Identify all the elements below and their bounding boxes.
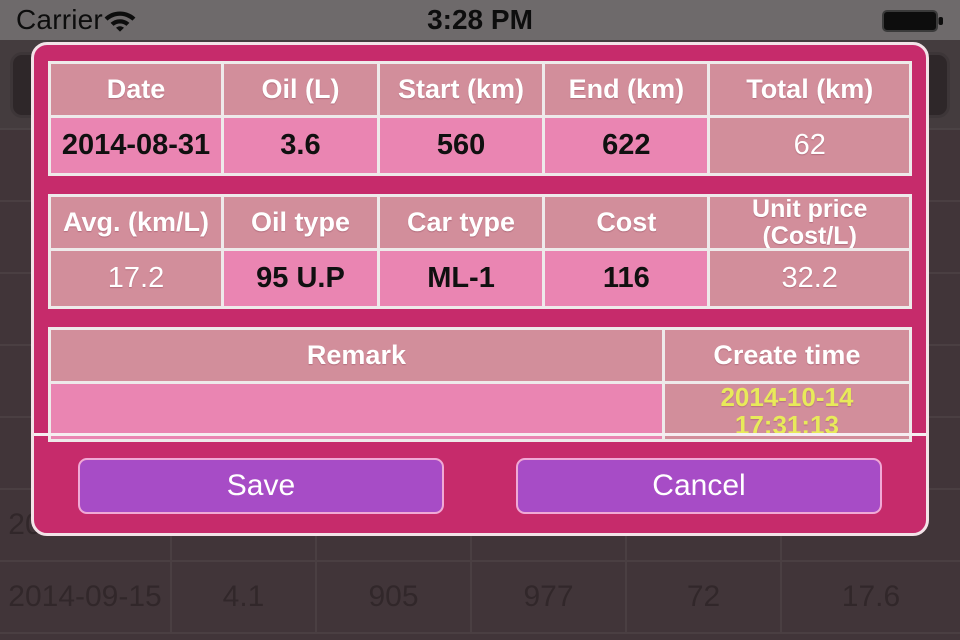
clock-label: 3:28 PM [427,4,533,35]
battery-full-icon [882,10,943,32]
header-total: Total (km) [710,64,912,118]
header-create-time: Create time [664,330,912,384]
field-avg: 17.2 [51,251,225,309]
record-fields-group-1: Date Oil (L) Start (km) End (km) Total (… [48,61,912,176]
field-oil-type[interactable]: 95 U.P [224,251,380,309]
header-unit-price-line1: Unit price [752,197,868,224]
record-fields-group-2: Avg. (km/L) Oil type Car type Cost Unit … [48,194,912,309]
field-start[interactable]: 560 [379,118,546,176]
status-bar: Carrier 3:28 PM [0,0,960,40]
field-oil[interactable]: 3.6 [224,118,380,176]
header-date: Date [51,64,225,118]
dialog-form-area: Date Oil (L) Start (km) End (km) Total (… [34,45,926,442]
header-avg: Avg. (km/L) [51,197,225,251]
value-row: 2014-08-31 3.6 560 622 62 [51,118,912,176]
header-start: Start (km) [379,64,546,118]
header-oil-type: Oil type [224,197,380,251]
field-date[interactable]: 2014-08-31 [51,118,225,176]
field-car-type[interactable]: ML-1 [379,251,546,309]
cancel-button[interactable]: Cancel [516,458,882,514]
value-row: 17.2 95 U.P ML-1 116 32.2 [51,251,912,309]
field-total: 62 [710,118,912,176]
phone-screen: 20 20 20 [0,0,960,640]
header-remark: Remark [51,330,665,384]
header-car-type: Car type [379,197,546,251]
header-unit-price-line2: (Cost/L) [762,221,857,250]
header-unit-price: Unit price (Cost/L) [710,197,912,251]
record-fields-group-3: Remark Create time 2014-10-14 17:31:13 [48,327,912,442]
header-row: Date Oil (L) Start (km) End (km) Total (… [51,64,912,118]
field-unit-price: 32.2 [710,251,912,309]
header-row: Avg. (km/L) Oil type Car type Cost Unit … [51,197,912,251]
record-detail-dialog: Date Oil (L) Start (km) End (km) Total (… [31,42,929,536]
field-end[interactable]: 622 [545,118,711,176]
header-row: Remark Create time [51,330,912,384]
header-cost: Cost [545,197,711,251]
field-cost[interactable]: 116 [545,251,711,309]
dialog-button-bar: Save Cancel [34,436,926,533]
header-oil: Oil (L) [224,64,380,118]
save-button[interactable]: Save [78,458,444,514]
header-end: End (km) [545,64,711,118]
